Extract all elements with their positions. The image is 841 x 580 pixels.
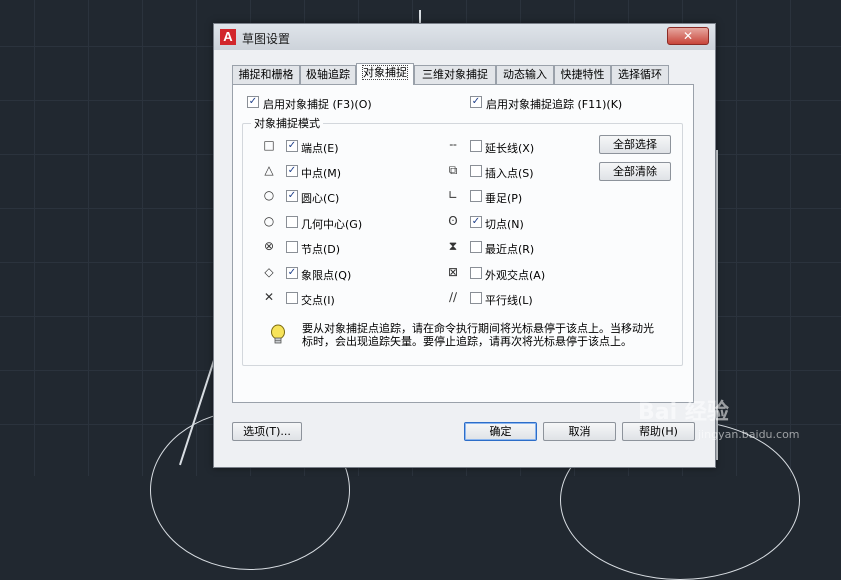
ok-button[interactable]: 确定 xyxy=(464,422,537,441)
tab-dynamic-input[interactable]: 动态输入 xyxy=(496,65,554,85)
nearest-label: 最近点(R) xyxy=(485,243,535,256)
apparent-intersection-label: 外观交点(A) xyxy=(485,269,546,282)
osnap-modes-title: 对象捕捉模式 xyxy=(251,115,323,131)
node-label: 节点(D) xyxy=(301,243,341,256)
enable-osnap-checkbox[interactable]: ✓ xyxy=(247,96,259,108)
tab-selection-cycling[interactable]: 选择循环 xyxy=(611,65,669,85)
perpendicular-icon: ∟ xyxy=(447,188,459,202)
tab-snap-grid[interactable]: 捕捉和栅格 xyxy=(232,65,300,85)
triangle-icon: △ xyxy=(264,163,274,177)
watermark-url: jingyan.baidu.com xyxy=(698,428,800,441)
node-checkbox[interactable] xyxy=(286,241,298,253)
intersection-icon: ✕ xyxy=(263,290,275,304)
extension-checkbox[interactable] xyxy=(470,140,482,152)
enable-tracking-checkbox[interactable]: ✓ xyxy=(470,96,482,108)
quadrant-checkbox[interactable]: ✓ xyxy=(286,267,298,279)
tracking-hint-text: 要从对象捕捉点追踪，请在命令执行期间将光标悬停于该点上。当移动光标时，会出现追踪… xyxy=(302,322,654,348)
insertion-checkbox[interactable] xyxy=(470,165,482,177)
parallel-checkbox[interactable] xyxy=(470,292,482,304)
node-icon: ⊗ xyxy=(263,239,275,253)
midpoint-label: 中点(M) xyxy=(301,167,342,180)
insert-icon: ⧉ xyxy=(448,163,458,177)
perpendicular-checkbox[interactable] xyxy=(470,190,482,202)
autocad-logo-icon: A xyxy=(220,29,236,45)
endpoint-checkbox[interactable]: ✓ xyxy=(286,140,298,152)
insertion-label: 插入点(S) xyxy=(485,167,534,180)
options-button[interactable]: 选项(T)... xyxy=(232,422,302,441)
close-button[interactable]: ✕ xyxy=(667,27,709,45)
baidu-watermark: Bai 经验 jingyan.baidu.com xyxy=(638,394,800,441)
center-checkbox[interactable]: ✓ xyxy=(286,190,298,202)
tab-polar-tracking[interactable]: 极轴追踪 xyxy=(300,65,356,85)
perpendicular-label: 垂足(P) xyxy=(485,192,523,205)
apparent-intersection-icon: ⊠ xyxy=(447,265,459,279)
lightbulb-icon xyxy=(271,324,285,344)
dialog-title: 草图设置 xyxy=(242,32,291,46)
nearest-checkbox[interactable] xyxy=(470,241,482,253)
tangent-checkbox[interactable]: ✓ xyxy=(470,216,482,228)
geometric-center-icon: ○ xyxy=(263,214,275,228)
apparent-intersection-checkbox[interactable] xyxy=(470,267,482,279)
quadrant-label: 象限点(Q) xyxy=(301,269,352,282)
geometric-center-label: 几何中心(G) xyxy=(301,218,363,231)
tab-object-snap[interactable]: 对象捕捉 xyxy=(356,63,414,85)
clear-all-button[interactable]: 全部清除 xyxy=(599,162,671,181)
parallel-label: 平行线(L) xyxy=(485,294,533,307)
parallel-icon: ∕∕ xyxy=(448,290,458,304)
intersection-checkbox[interactable] xyxy=(286,292,298,304)
enable-tracking-label: 启用对象捕捉追踪 (F11)(K) xyxy=(486,98,623,111)
square-icon: □ xyxy=(263,138,275,152)
midpoint-checkbox[interactable]: ✓ xyxy=(286,165,298,177)
watermark-logo-text: Bai 经验 xyxy=(638,400,729,425)
diamond-icon: ◇ xyxy=(264,265,274,279)
tab-3d-object-snap[interactable]: 三维对象捕捉 xyxy=(414,65,496,85)
extension-icon: ╌ xyxy=(449,138,457,152)
tangent-label: 切点(N) xyxy=(485,218,524,231)
title-bar[interactable]: A 草图设置 ✕ xyxy=(214,24,715,50)
endpoint-label: 端点(E) xyxy=(301,142,339,155)
geometric-center-checkbox[interactable] xyxy=(286,216,298,228)
center-label: 圆心(C) xyxy=(301,192,340,205)
tab-quick-properties[interactable]: 快捷特性 xyxy=(554,65,611,85)
enable-osnap-label: 启用对象捕捉 (F3)(O) xyxy=(263,98,372,111)
extension-label: 延长线(X) xyxy=(485,142,535,155)
tangent-icon: ʘ xyxy=(448,214,458,228)
select-all-button[interactable]: 全部选择 xyxy=(599,135,671,154)
cancel-button[interactable]: 取消 xyxy=(543,422,616,441)
circle-icon: ○ xyxy=(263,188,275,202)
nearest-icon: ⧗ xyxy=(448,239,458,253)
intersection-label: 交点(I) xyxy=(301,294,335,307)
